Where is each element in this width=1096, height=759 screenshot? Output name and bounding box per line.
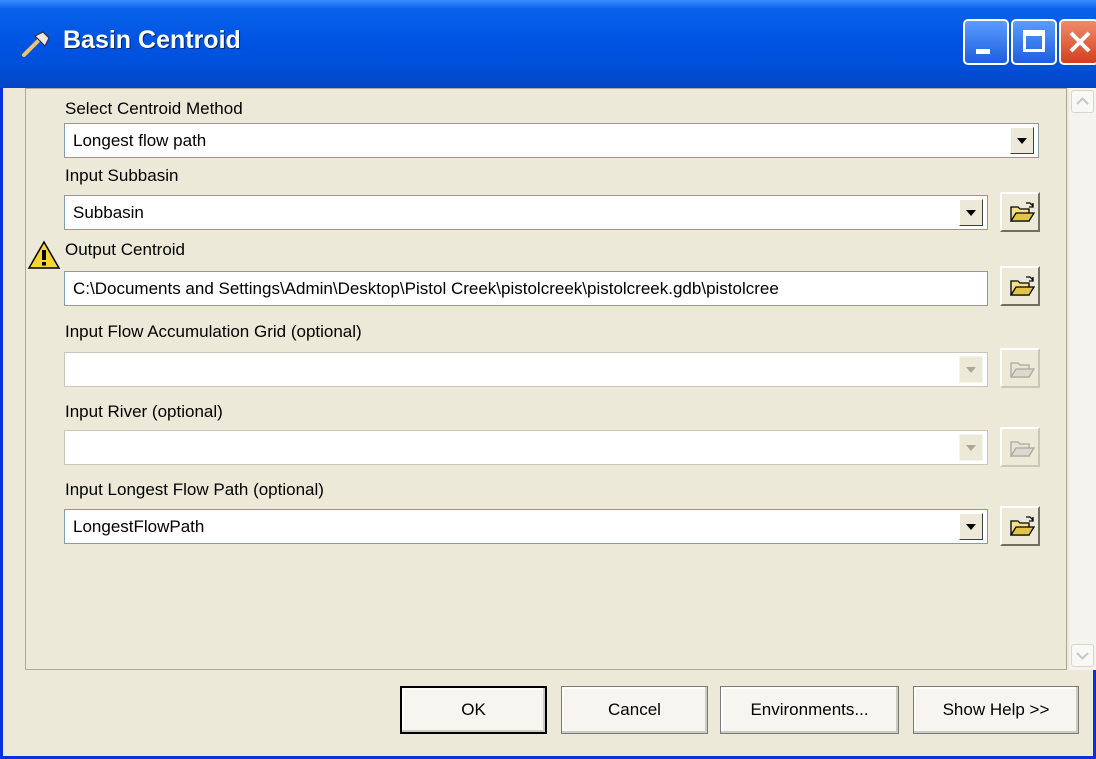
dropdown-arrow-icon: [966, 524, 976, 530]
input-river-label: Input River (optional): [65, 402, 223, 421]
input-subbasin-label: Input Subbasin: [65, 166, 179, 185]
input-river-select: [64, 430, 988, 465]
input-subbasin-select[interactable]: Subbasin: [64, 195, 988, 230]
minimize-icon: [976, 49, 990, 54]
centroid-method-dropdown-button[interactable]: [1010, 127, 1034, 154]
output-centroid-label: Output Centroid: [65, 240, 186, 259]
open-folder-icon: [1009, 276, 1035, 296]
longest-flow-path-select[interactable]: LongestFlowPath: [64, 509, 988, 544]
dropdown-arrow-icon: [1017, 138, 1027, 144]
longest-flow-path-label: Input Longest Flow Path (optional): [65, 480, 324, 499]
open-folder-icon: [1009, 362, 1035, 378]
centroid-method-select[interactable]: Longest flow path: [64, 123, 1039, 158]
close-icon: [1069, 31, 1091, 53]
window-title: Basin Centroid: [63, 26, 241, 54]
flow-accumulation-dropdown-button: [959, 356, 983, 383]
chevron-down-icon: [1076, 652, 1089, 660]
ok-button[interactable]: OK: [400, 686, 547, 734]
input-subbasin-dropdown-button[interactable]: [959, 199, 983, 226]
flow-accumulation-browse-button: [1000, 348, 1040, 388]
vertical-scrollbar[interactable]: [1069, 88, 1096, 670]
scroll-up-button[interactable]: [1071, 90, 1094, 113]
longest-flow-path-dropdown-button[interactable]: [959, 513, 983, 540]
flow-accumulation-label: Input Flow Accumulation Grid (optional): [65, 322, 362, 341]
chevron-up-icon: [1076, 97, 1089, 105]
dropdown-arrow-icon: [966, 367, 976, 373]
dropdown-arrow-icon: [966, 445, 976, 451]
show-help-button[interactable]: Show Help >>: [913, 686, 1079, 734]
open-folder-icon: [1009, 441, 1035, 457]
output-centroid-value: C:\Documents and Settings\Admin\Desktop\…: [73, 279, 779, 298]
close-button[interactable]: [1059, 19, 1096, 65]
output-centroid-browse-button[interactable]: [1000, 266, 1040, 306]
maximize-icon: [1023, 30, 1045, 52]
longest-flow-path-value: LongestFlowPath: [73, 517, 205, 536]
maximize-button[interactable]: [1011, 19, 1057, 65]
input-subbasin-value: Subbasin: [73, 203, 144, 222]
centroid-method-label: Select Centroid Method: [65, 99, 243, 118]
dropdown-arrow-icon: [966, 210, 976, 216]
open-folder-icon: [1009, 516, 1035, 536]
warning-icon: [27, 240, 61, 269]
cancel-button[interactable]: Cancel: [561, 686, 708, 734]
flow-accumulation-select: [64, 352, 988, 387]
longest-flow-path-browse-button[interactable]: [1000, 506, 1040, 546]
input-river-dropdown-button: [959, 434, 983, 461]
output-centroid-input[interactable]: C:\Documents and Settings\Admin\Desktop\…: [64, 271, 988, 306]
environments-button[interactable]: Environments...: [720, 686, 899, 734]
basin-centroid-dialog: Basin Centroid Select Centroid Method Lo…: [0, 0, 1096, 759]
centroid-method-value: Longest flow path: [73, 131, 207, 150]
input-river-browse-button: [1000, 427, 1040, 467]
open-folder-icon: [1009, 202, 1035, 222]
scroll-down-button[interactable]: [1071, 644, 1094, 667]
title-bar[interactable]: Basin Centroid: [0, 0, 1096, 88]
minimize-button[interactable]: [963, 19, 1009, 65]
hammer-icon: [22, 31, 50, 57]
input-subbasin-browse-button[interactable]: [1000, 192, 1040, 232]
